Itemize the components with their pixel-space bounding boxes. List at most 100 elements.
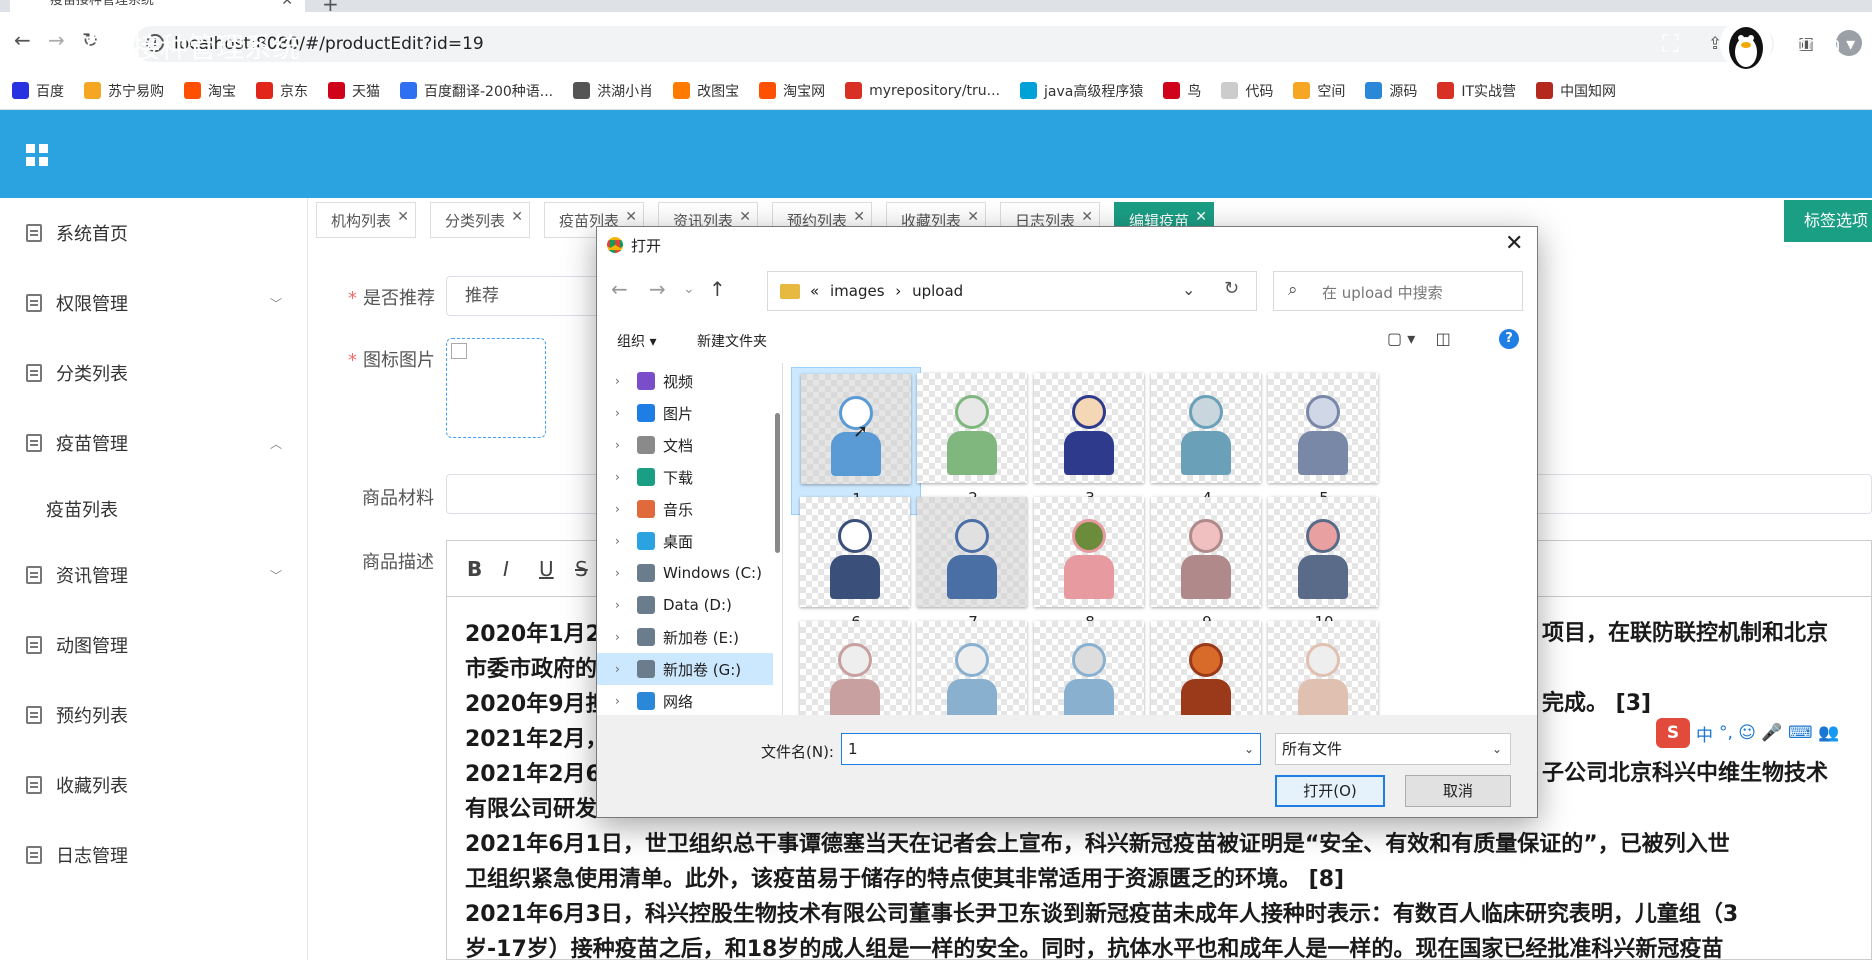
recommend-select[interactable]: 推荐 xyxy=(446,276,606,316)
ime-logo[interactable]: S xyxy=(1656,718,1690,748)
nav-item[interactable]: › 新加卷 (E:) xyxy=(597,621,773,653)
sidebar-item[interactable]: 分类列表 xyxy=(0,348,308,398)
file-thumbnail[interactable] xyxy=(1025,615,1155,715)
bookmark-item[interactable]: 改图宝 xyxy=(673,81,739,101)
view-options[interactable]: ▢ ▾ ◫ xyxy=(1387,329,1451,348)
file-thumbnail[interactable] xyxy=(1142,615,1272,715)
nav-item[interactable]: › 新加卷 (G:) xyxy=(597,653,773,685)
bookmark-item[interactable]: 洪湖小肖 xyxy=(573,81,653,101)
bookmark-item[interactable]: java高级程序猿 xyxy=(1020,81,1143,101)
breadcrumb-upload[interactable]: upload xyxy=(912,282,963,300)
tag-options-button[interactable]: 标签选项 xyxy=(1784,200,1872,242)
sidebar-item[interactable]: 动图管理 xyxy=(0,620,308,670)
expand-chevron-icon[interactable]: › xyxy=(615,502,627,516)
expand-chevron-icon[interactable]: › xyxy=(615,470,627,484)
bookmark-item[interactable]: 百度 xyxy=(12,81,64,101)
expand-chevron-icon[interactable]: › xyxy=(615,374,627,388)
nav-item[interactable]: › Windows (C:) xyxy=(597,557,773,589)
sidebar-item[interactable]: 收藏列表 xyxy=(0,760,308,810)
file-thumbnail[interactable] xyxy=(1259,615,1389,715)
sidebar-item[interactable]: 疫苗管理 ︿ xyxy=(0,418,308,468)
bold-button[interactable]: B xyxy=(467,557,482,581)
dialog-close-icon[interactable]: ✕ xyxy=(1505,231,1523,256)
bookmark-item[interactable]: 京东 xyxy=(256,81,308,101)
filetype-select[interactable]: 所有文件 ⌄ xyxy=(1275,733,1511,765)
open-button[interactable]: 打开(O) xyxy=(1275,775,1385,807)
expand-chevron-icon[interactable]: › xyxy=(615,534,627,548)
bookmark-item[interactable]: 中国知网 xyxy=(1536,81,1616,101)
refresh-icon[interactable]: ↻ xyxy=(1224,278,1239,299)
bookmark-item[interactable]: 淘宝 xyxy=(184,81,236,101)
expand-chevron-icon[interactable]: › xyxy=(615,598,627,612)
nav-item[interactable]: › 下载 xyxy=(597,461,773,493)
dialog-back-icon[interactable]: ← xyxy=(611,277,628,301)
sidebar-item[interactable]: 权限管理 ﹀ xyxy=(0,278,308,328)
path-dropdown-icon[interactable]: ⌄ xyxy=(1182,280,1195,299)
dialog-forward-icon[interactable]: → xyxy=(649,277,666,301)
nav-item[interactable]: › 音乐 xyxy=(597,493,773,525)
filename-dropdown-icon[interactable]: ⌄ xyxy=(1244,734,1254,764)
nav-scrollbar[interactable] xyxy=(775,413,780,553)
organize-button[interactable]: 组织 ▾ xyxy=(617,331,656,351)
bookmark-item[interactable]: 淘宝网 xyxy=(759,81,825,101)
breadcrumb-overflow[interactable]: « xyxy=(810,282,819,300)
tag-close-icon[interactable]: ✕ xyxy=(397,199,409,235)
tag-item[interactable]: 分类列表 ✕ xyxy=(430,199,531,238)
browser-tab[interactable]: 疫苗接种管理系统 ✕ xyxy=(10,0,305,12)
nav-item[interactable]: › 桌面 xyxy=(597,525,773,557)
cancel-button[interactable]: 取消 xyxy=(1405,775,1511,807)
nav-item[interactable]: › 视频 xyxy=(597,365,773,397)
forward-icon[interactable]: → xyxy=(48,28,65,52)
strikethrough-button[interactable]: S xyxy=(575,557,588,581)
view-icon[interactable]: ▢ ▾ xyxy=(1387,329,1415,348)
dialog-search[interactable]: ⌕ 在 upload 中搜索 xyxy=(1273,271,1523,311)
filename-input[interactable]: 1 ⌄ xyxy=(841,733,1261,765)
file-thumbnail[interactable] xyxy=(791,615,921,715)
breadcrumb-images[interactable]: images xyxy=(830,282,885,300)
back-icon[interactable]: ← xyxy=(14,28,31,52)
bookmark-item[interactable]: 百度翻译-200种语... xyxy=(400,81,553,101)
username-dropdown[interactable]: admin ▾ xyxy=(1784,34,1855,55)
underline-button[interactable]: U xyxy=(539,557,554,581)
nav-item[interactable]: › 图片 xyxy=(597,397,773,429)
bookmark-item[interactable]: 苏宁易购 xyxy=(84,81,164,101)
bookmark-item[interactable]: 天猫 xyxy=(328,81,380,101)
image-upload[interactable] xyxy=(446,338,546,438)
tag-item[interactable]: 机构列表 ✕ xyxy=(316,199,417,238)
ime-icons[interactable]: °, ☺ 🎤 ⌨ 👥 xyxy=(1719,723,1839,743)
new-folder-button[interactable]: 新建文件夹 xyxy=(697,331,767,351)
filetype-dropdown-icon[interactable]: ⌄ xyxy=(1492,734,1502,764)
omnibox[interactable]: i localhost:8080/#/productEdit?id=19 xyxy=(134,26,1774,62)
address-path[interactable]: « images › upload ⌄ ↻ xyxy=(767,271,1257,311)
sidebar-item[interactable]: 系统首页 xyxy=(0,208,308,258)
nav-item[interactable]: › 文档 xyxy=(597,429,773,461)
up-folder-icon[interactable]: ↑ xyxy=(709,277,726,301)
nav-item[interactable]: › Data (D:) xyxy=(597,589,773,621)
sidebar-subitem-vaccine-list[interactable]: 疫苗列表 xyxy=(46,496,118,522)
bookmark-item[interactable]: 代码 xyxy=(1221,81,1273,101)
menu-grid-icon[interactable] xyxy=(26,144,48,166)
bookmark-item[interactable]: 鸟 xyxy=(1163,81,1201,101)
italic-button[interactable]: I xyxy=(503,557,509,581)
sidebar-item[interactable]: 日志管理 xyxy=(0,830,308,880)
expand-chevron-icon[interactable]: › xyxy=(615,438,627,452)
nav-item[interactable]: › 网络 xyxy=(597,685,773,715)
close-tab-icon[interactable]: ✕ xyxy=(281,0,293,8)
preview-pane-icon[interactable]: ◫ xyxy=(1436,329,1451,348)
tag-close-icon[interactable]: ✕ xyxy=(511,199,523,235)
help-icon[interactable]: ? xyxy=(1499,329,1519,349)
expand-chevron-icon[interactable]: › xyxy=(615,406,627,420)
sidebar-item[interactable]: 资讯管理 ﹀ xyxy=(0,550,308,600)
sidebar-item[interactable]: 预约列表 xyxy=(0,690,308,740)
bookmark-item[interactable]: 空间 xyxy=(1293,81,1345,101)
bookmark-item[interactable]: 源码 xyxy=(1365,81,1417,101)
avatar[interactable] xyxy=(1720,18,1772,70)
recent-locations-icon[interactable]: ⌄ xyxy=(683,281,695,297)
expand-chevron-icon[interactable]: › xyxy=(615,630,627,644)
expand-chevron-icon[interactable]: › xyxy=(615,566,627,580)
bookmark-item[interactable]: myrepository/tru... xyxy=(845,82,1000,99)
bookmark-item[interactable]: IT实战营 xyxy=(1437,81,1516,101)
expand-chevron-icon[interactable]: › xyxy=(615,694,627,708)
expand-chevron-icon[interactable]: › xyxy=(615,662,627,676)
ime-mode[interactable]: 中 xyxy=(1696,721,1713,746)
